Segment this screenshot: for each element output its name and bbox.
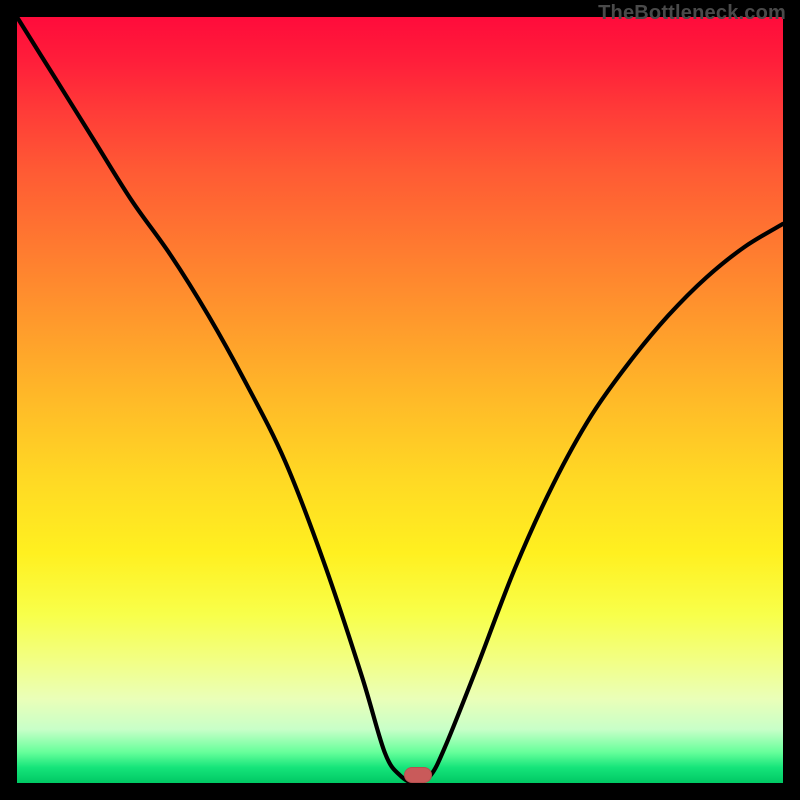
bottleneck-curve [17, 17, 783, 783]
chart-stage: TheBottleneck.com [0, 0, 800, 800]
plot-area [17, 17, 783, 783]
optimal-point-marker [404, 767, 432, 783]
watermark-text: TheBottleneck.com [598, 2, 786, 25]
